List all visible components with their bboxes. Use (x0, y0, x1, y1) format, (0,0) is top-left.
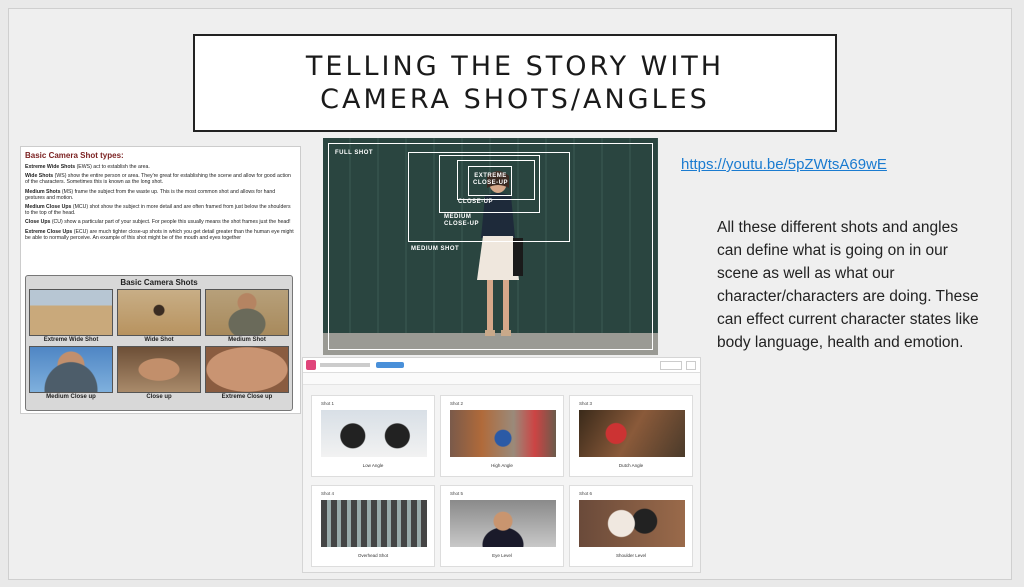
storyboard-shot[interactable]: Shot 3 Dutch Angle (569, 395, 693, 477)
shot-example-label: Extreme Wide Shot (43, 337, 99, 343)
title-box: TELLING THE STORY WITH CAMERA SHOTS/ANGL… (193, 34, 837, 132)
handout-paragraph: Close Ups (CU) show a particular part of… (25, 219, 296, 225)
basic-camera-shots-panel: Basic Camera Shots Extreme Wide Shot Wid… (25, 275, 293, 411)
shot-example-label: Medium Shot (228, 337, 266, 343)
man-medium-image (205, 289, 289, 336)
shot-thumbnail (321, 500, 427, 547)
storyboard-shot[interactable]: Shot 4 Overhead Shot (311, 485, 435, 567)
header-breadcrumb-bar[interactable] (320, 363, 370, 367)
term: Medium Close Ups (25, 204, 72, 211)
app-logo-icon[interactable] (306, 360, 316, 370)
shot-example: Medium Shot (205, 289, 289, 343)
youtube-link[interactable]: https://youtu.be/5pZWtsA69wE (681, 155, 901, 174)
handout-paragraph: Wide Shots (WS) show the entire person o… (25, 173, 296, 185)
storyboard-shot[interactable]: Shot 5 Eye Level (440, 485, 564, 567)
slide-description: All these different shots and angles can… (717, 219, 979, 351)
medium-closeup-label: MEDIUM CLOSE-UP (444, 214, 480, 227)
shot-thumbnail (450, 410, 556, 457)
man-extreme-closeup-image (205, 346, 289, 393)
closeup-label: CLOSE-UP (458, 199, 494, 205)
shot-number: Shot 4 (321, 491, 335, 496)
framing-diagram-photo: FULL SHOT MEDIUM SHOT MEDIUM CLOSE-UP CL… (323, 138, 658, 355)
app-header (303, 358, 700, 373)
shot-number: Shot 1 (321, 401, 335, 406)
desert-wide-image (29, 289, 113, 336)
desert-person-image (117, 289, 201, 336)
shot-thumbnail (579, 410, 685, 457)
shot-caption: High Angle (491, 463, 513, 468)
handout-paragraph: Extreme Close Ups (ECU) are much tighter… (25, 229, 296, 241)
term: Medium Shots (25, 188, 61, 195)
shot-thumbnail (321, 410, 427, 457)
storyboard-shot[interactable]: Shot 1 Low Angle (311, 395, 435, 477)
shot-number: Shot 3 (579, 401, 593, 406)
shot-caption: Overhead Shot (357, 553, 389, 558)
handout-paragraph: Medium Shots (MS) frame the subject from… (25, 189, 296, 201)
shot-number: Shot 6 (579, 491, 593, 496)
shot-number: Shot 5 (450, 491, 464, 496)
shot-example: Medium Close up (29, 346, 113, 400)
handout-paragraph: Medium Close Ups (MCU) shot show the sub… (25, 204, 296, 216)
storyboard-app: Shot 1 Low Angle Shot 2 High Angle Shot … (302, 357, 701, 573)
shot-types-handout: Basic Camera Shot types: Extreme Wide Sh… (20, 146, 301, 414)
shot-caption: Dutch Angle (618, 463, 644, 468)
man-mcu-image (29, 346, 113, 393)
shot-example-label: Extreme Close up (221, 394, 273, 400)
storyboard-shot[interactable]: Shot 6 Shoulder Level (569, 485, 693, 567)
shot-number: Shot 2 (450, 401, 464, 406)
full-shot-label: FULL SHOT (335, 150, 374, 156)
slide-title: TELLING THE STORY WITH CAMERA SHOTS/ANGL… (305, 51, 725, 115)
shot-example: Extreme Wide Shot (29, 289, 113, 343)
definition: (CU) show a particular part of your subj… (50, 219, 291, 226)
definition: (EWS) act to establish the area. (75, 164, 150, 170)
shot-thumbnail (579, 500, 685, 547)
storyboard-shot[interactable]: Shot 2 High Angle (440, 395, 564, 477)
medium-shot-label: MEDIUM SHOT (411, 246, 460, 252)
shot-example-label: Close up (146, 394, 172, 400)
header-tab[interactable] (376, 362, 404, 368)
handout-title: Basic Camera Shot types: (25, 151, 124, 160)
definition: (MS) frame the subject from the waste up… (25, 188, 276, 201)
term: Extreme Wide Shots (25, 164, 76, 170)
shot-example-label: Wide Shot (144, 337, 174, 343)
handout-paragraph: Extreme Wide Shots (EWS) act to establis… (25, 164, 296, 170)
term: Close Ups (25, 219, 51, 226)
more-menu-button[interactable] (686, 360, 696, 370)
shot-example-label: Medium Close up (46, 394, 96, 400)
shot-caption: Shoulder Level (615, 553, 647, 558)
term: Wide Shots (25, 173, 54, 180)
app-toolbar (303, 373, 700, 385)
shot-thumbnail (450, 500, 556, 547)
term: Extreme Close Ups (25, 228, 73, 235)
definition: (WS) show the entire person or area. The… (25, 173, 291, 186)
man-closeup-image (117, 346, 201, 393)
panel-title: Basic Camera Shots (120, 278, 198, 287)
shot-example: Wide Shot (117, 289, 201, 343)
shot-caption: Low Angle (362, 463, 384, 468)
extreme-closeup-label: EXTREME CLOSE-UP (473, 173, 509, 186)
shot-example: Close up (117, 346, 201, 400)
shot-caption: Eye Level (492, 553, 512, 558)
shot-example: Extreme Close up (205, 346, 289, 400)
print-view-button[interactable] (660, 360, 682, 370)
